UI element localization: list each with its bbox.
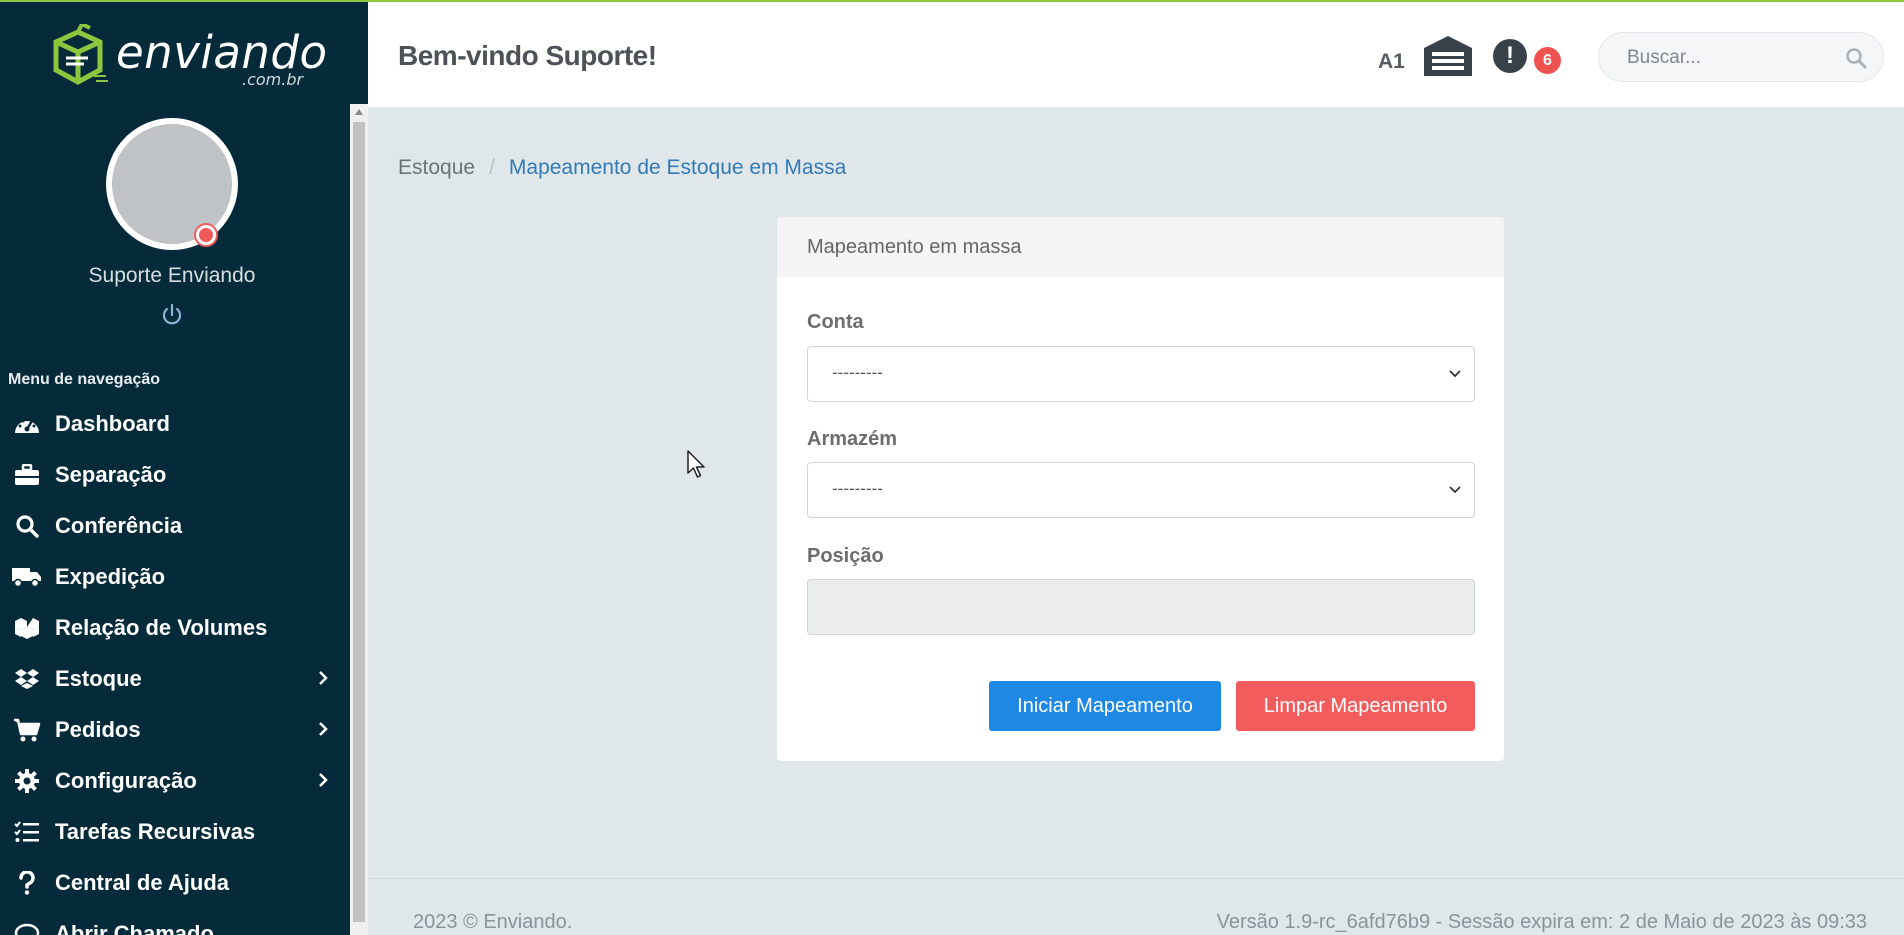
- armazem-select-value: ---------: [832, 479, 883, 498]
- top-accent-line: [0, 0, 1904, 2]
- chevron-right-icon: [319, 671, 328, 685]
- nav-item-expedicao[interactable]: Expedição: [0, 551, 350, 602]
- chevron-down-icon: [1449, 370, 1461, 378]
- chevron-right-icon: [319, 722, 328, 736]
- nav-label: Abrir Chamado: [55, 920, 214, 935]
- gear-icon: [12, 768, 42, 794]
- search-icon[interactable]: [1845, 47, 1867, 69]
- search-icon: [12, 513, 42, 539]
- conta-label: Conta: [807, 311, 864, 333]
- posicao-label: Posição: [807, 545, 884, 567]
- briefcase-icon: [12, 462, 42, 488]
- list-check-icon: [12, 819, 42, 845]
- chat-icon: [12, 921, 42, 935]
- power-icon[interactable]: [159, 302, 185, 328]
- box-logo-icon: [53, 24, 108, 85]
- nav-item-configuracao[interactable]: Configuração: [0, 755, 350, 806]
- breadcrumb-current: Mapeamento de Estoque em Massa: [508, 156, 847, 179]
- nav-label: Relação de Volumes: [55, 614, 268, 640]
- sidebar: enviando .com.br Suporte Enviando Menu d…: [0, 0, 368, 935]
- conta-select[interactable]: ---------: [807, 346, 1475, 402]
- status-indicator: [196, 225, 216, 245]
- nav-label: Configuração: [55, 767, 197, 793]
- armazem-select[interactable]: ---------: [807, 462, 1475, 518]
- footer-version: Versão 1.9-rc_6afd76b9 - Sessão expira e…: [1216, 911, 1867, 933]
- dropbox-icon: [12, 666, 42, 692]
- nav-label: Dashboard: [55, 410, 170, 436]
- nav-item-estoque[interactable]: Estoque: [0, 653, 350, 704]
- card-title: Mapeamento em massa: [777, 217, 1504, 277]
- start-mapping-button[interactable]: Iniciar Mapeamento: [989, 681, 1221, 731]
- user-name: Suporte Enviando: [88, 264, 256, 287]
- breadcrumb-parent[interactable]: Estoque: [398, 156, 475, 179]
- top-header: Bem-vindo Suporte! A1 ! 6: [368, 2, 1904, 108]
- breadcrumb-separator: /: [489, 156, 495, 179]
- alert-icon[interactable]: !: [1493, 39, 1527, 73]
- gauge-icon: [12, 411, 42, 437]
- nav-item-tarefas-recursivas[interactable]: Tarefas Recursivas: [0, 806, 350, 857]
- question-icon: [12, 870, 42, 896]
- brand-logo[interactable]: enviando .com.br: [48, 24, 327, 92]
- chevron-down-icon: [1449, 486, 1461, 494]
- boxes-icon: [12, 615, 42, 641]
- mapping-card: Mapeamento em massa Conta --------- Arma…: [777, 217, 1504, 761]
- nav-label: Conferência: [55, 512, 183, 538]
- warehouse-icon[interactable]: [1422, 34, 1474, 76]
- brand-domain: .com.br: [242, 70, 304, 89]
- search-input[interactable]: [1627, 45, 1827, 71]
- nav-label: Separação: [55, 461, 167, 487]
- nav-label: Estoque: [55, 665, 142, 691]
- cart-icon: [12, 717, 42, 743]
- truck-icon: [12, 564, 42, 590]
- nav-item-dashboard[interactable]: Dashboard: [0, 398, 350, 449]
- nav-item-conferencia[interactable]: Conferência: [0, 500, 350, 551]
- nav-item-abrir-chamado[interactable]: Abrir Chamado: [0, 908, 350, 935]
- scroll-thumb[interactable]: [353, 122, 365, 922]
- nav-label: Pedidos: [55, 716, 141, 742]
- chevron-right-icon: [319, 773, 328, 787]
- scroll-up-arrow-icon[interactable]: [350, 104, 368, 120]
- footer-copyright: 2023 © Enviando.: [413, 911, 573, 933]
- conta-select-value: ---------: [832, 363, 883, 382]
- notification-badge: 6: [1534, 47, 1561, 74]
- welcome-title: Bem-vindo Suporte!: [398, 40, 657, 71]
- clear-mapping-button[interactable]: Limpar Mapeamento: [1236, 681, 1475, 731]
- nav-label: Expedição: [55, 563, 166, 589]
- armazem-label: Armazém: [807, 428, 898, 450]
- avatar[interactable]: [106, 118, 238, 250]
- sidebar-scrollbar[interactable]: [350, 104, 368, 935]
- nav-item-relacao-volumes[interactable]: Relação de Volumes: [0, 602, 350, 653]
- posicao-field: [807, 579, 1475, 635]
- mouse-cursor-icon: [687, 450, 705, 478]
- nav-title: Menu de navegação: [8, 371, 161, 388]
- nav-menu: Dashboard Separação Conferência Expediçã…: [0, 398, 350, 935]
- nav-label: Central de Ajuda: [55, 869, 229, 895]
- nav-item-separacao[interactable]: Separação: [0, 449, 350, 500]
- search-box: [1598, 32, 1884, 82]
- nav-item-central-ajuda[interactable]: Central de Ajuda: [0, 857, 350, 908]
- warehouse-code: A1: [1378, 50, 1405, 73]
- footer: 2023 © Enviando. Versão 1.9-rc_6afd76b9 …: [368, 878, 1904, 935]
- nav-label: Tarefas Recursivas: [55, 818, 256, 844]
- breadcrumb: Estoque / Mapeamento de Estoque em Massa: [398, 156, 846, 180]
- nav-item-pedidos[interactable]: Pedidos: [0, 704, 350, 755]
